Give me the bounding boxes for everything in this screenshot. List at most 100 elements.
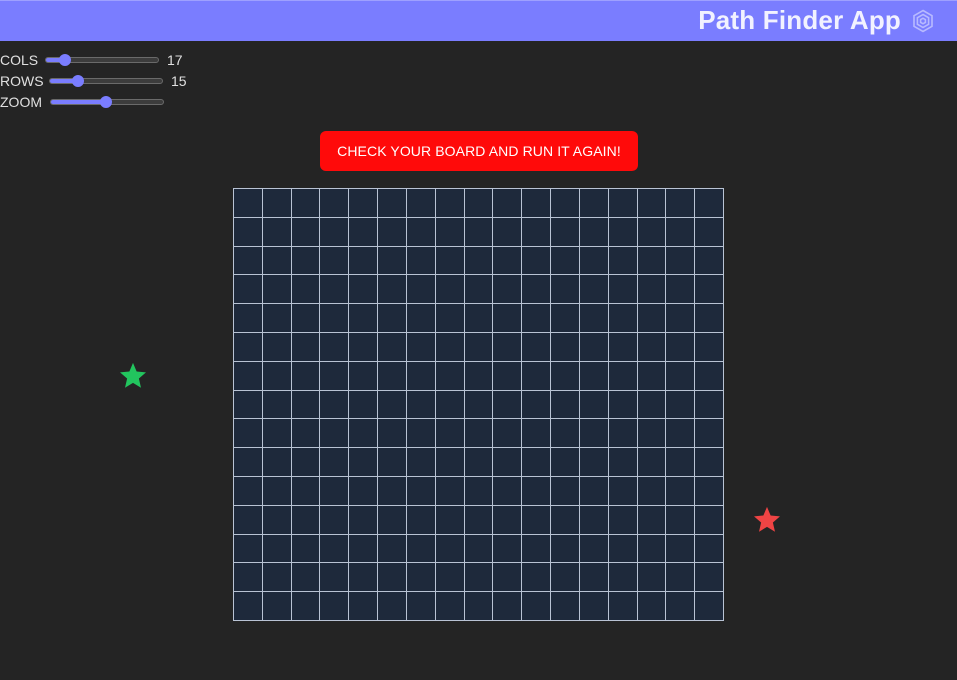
rows-slider-thumb[interactable] bbox=[72, 75, 84, 87]
grid-cell[interactable] bbox=[377, 216, 406, 246]
grid-cell[interactable] bbox=[463, 303, 493, 332]
grid-cell[interactable] bbox=[636, 216, 666, 246]
grid-cell[interactable] bbox=[550, 475, 579, 505]
grid-cell[interactable] bbox=[434, 188, 464, 217]
grid-cell[interactable] bbox=[463, 188, 493, 217]
grid-cell[interactable] bbox=[405, 274, 435, 304]
grid-cell[interactable] bbox=[434, 303, 464, 332]
grid-cell[interactable] bbox=[521, 303, 551, 332]
grid-cell[interactable] bbox=[434, 216, 464, 246]
grid-cell[interactable] bbox=[434, 447, 464, 476]
grid-cell[interactable] bbox=[607, 562, 637, 592]
grid-cell[interactable] bbox=[578, 389, 608, 419]
grid-cell[interactable] bbox=[521, 389, 551, 419]
grid-cell[interactable] bbox=[492, 504, 522, 534]
grid-cell[interactable] bbox=[348, 504, 378, 534]
grid-cell[interactable] bbox=[261, 447, 291, 476]
grid-cell[interactable] bbox=[636, 533, 666, 563]
grid-cell[interactable] bbox=[319, 562, 349, 592]
grid-cell[interactable] bbox=[694, 475, 723, 505]
grid-cell[interactable] bbox=[521, 591, 551, 620]
grid-cell[interactable] bbox=[233, 389, 262, 419]
grid-cell[interactable] bbox=[578, 245, 608, 275]
grid-cell[interactable] bbox=[463, 418, 493, 448]
grid-cell[interactable] bbox=[463, 245, 493, 275]
grid-cell[interactable] bbox=[319, 504, 349, 534]
grid-cell[interactable] bbox=[578, 274, 608, 304]
grid-cell[interactable] bbox=[319, 591, 349, 620]
grid-cell[interactable] bbox=[405, 331, 435, 361]
grid-cell[interactable] bbox=[290, 188, 320, 217]
grid-cell[interactable] bbox=[434, 245, 464, 275]
grid-cell[interactable] bbox=[521, 504, 551, 534]
grid-cell[interactable] bbox=[348, 447, 378, 476]
grid-cell[interactable] bbox=[348, 331, 378, 361]
grid-cell[interactable] bbox=[377, 447, 406, 476]
grid-cell[interactable] bbox=[550, 418, 579, 448]
grid-cell[interactable] bbox=[578, 303, 608, 332]
grid-cell[interactable] bbox=[665, 533, 695, 563]
grid-cell[interactable] bbox=[521, 475, 551, 505]
start-star-icon[interactable] bbox=[118, 361, 148, 391]
run-again-button[interactable]: CHECK YOUR BOARD AND RUN IT AGAIN! bbox=[320, 131, 638, 171]
grid-cell[interactable] bbox=[377, 274, 406, 304]
grid-cell[interactable] bbox=[233, 447, 262, 476]
grid-cell[interactable] bbox=[521, 533, 551, 563]
grid-cell[interactable] bbox=[550, 562, 579, 592]
grid-cell[interactable] bbox=[290, 418, 320, 448]
grid-cell[interactable] bbox=[377, 591, 406, 620]
grid-cell[interactable] bbox=[636, 591, 666, 620]
grid-cell[interactable] bbox=[377, 533, 406, 563]
grid-cell[interactable] bbox=[550, 533, 579, 563]
grid-cell[interactable] bbox=[492, 418, 522, 448]
grid-cell[interactable] bbox=[261, 303, 291, 332]
grid-cell[interactable] bbox=[636, 504, 666, 534]
grid-cell[interactable] bbox=[290, 303, 320, 332]
grid-cell[interactable] bbox=[348, 274, 378, 304]
grid-cell[interactable] bbox=[348, 216, 378, 246]
grid-cell[interactable] bbox=[377, 475, 406, 505]
grid-cell[interactable] bbox=[578, 331, 608, 361]
grid-cell[interactable] bbox=[377, 245, 406, 275]
grid-cell[interactable] bbox=[694, 418, 723, 448]
grid-cell[interactable] bbox=[348, 389, 378, 419]
grid-cell[interactable] bbox=[694, 245, 723, 275]
grid-cell[interactable] bbox=[348, 475, 378, 505]
grid-cell[interactable] bbox=[405, 562, 435, 592]
grid-cell[interactable] bbox=[290, 562, 320, 592]
grid-cell[interactable] bbox=[377, 389, 406, 419]
grid-cell[interactable] bbox=[434, 591, 464, 620]
grid-cell[interactable] bbox=[290, 475, 320, 505]
grid-cell[interactable] bbox=[261, 418, 291, 448]
grid-cell[interactable] bbox=[405, 418, 435, 448]
grid-cell[interactable] bbox=[319, 418, 349, 448]
grid-cell[interactable] bbox=[694, 533, 723, 563]
cols-slider-thumb[interactable] bbox=[59, 54, 72, 66]
grid-cell[interactable] bbox=[492, 475, 522, 505]
grid-cell[interactable] bbox=[665, 360, 695, 390]
grid-cell[interactable] bbox=[405, 216, 435, 246]
grid-cell[interactable] bbox=[636, 418, 666, 448]
grid-cell[interactable] bbox=[607, 274, 637, 304]
grid-cell[interactable] bbox=[463, 274, 493, 304]
grid-cell[interactable] bbox=[434, 418, 464, 448]
grid-cell[interactable] bbox=[492, 447, 522, 476]
grid-cell[interactable] bbox=[233, 504, 262, 534]
grid-cell[interactable] bbox=[405, 533, 435, 563]
grid-cell[interactable] bbox=[261, 475, 291, 505]
grid-cell[interactable] bbox=[492, 331, 522, 361]
grid-cell[interactable] bbox=[665, 389, 695, 419]
grid-cell[interactable] bbox=[463, 533, 493, 563]
grid-cell[interactable] bbox=[636, 475, 666, 505]
grid-cell[interactable] bbox=[261, 245, 291, 275]
grid-cell[interactable] bbox=[261, 591, 291, 620]
grid-cell[interactable] bbox=[233, 245, 262, 275]
grid-cell[interactable] bbox=[405, 360, 435, 390]
grid-cell[interactable] bbox=[550, 245, 579, 275]
grid-cell[interactable] bbox=[550, 216, 579, 246]
grid-cell[interactable] bbox=[492, 274, 522, 304]
grid-cell[interactable] bbox=[319, 475, 349, 505]
grid-cell[interactable] bbox=[290, 216, 320, 246]
grid-cell[interactable] bbox=[492, 216, 522, 246]
grid-cell[interactable] bbox=[492, 533, 522, 563]
